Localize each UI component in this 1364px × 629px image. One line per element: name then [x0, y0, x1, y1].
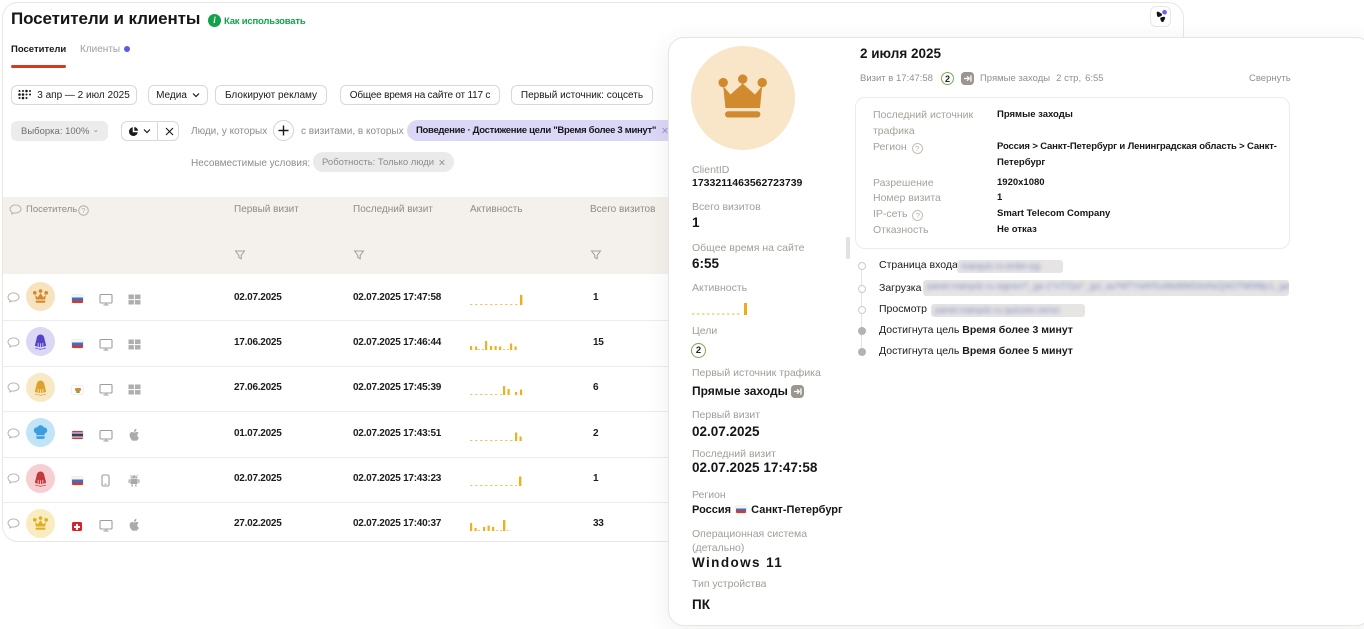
svg-text:?: ? — [82, 208, 86, 215]
